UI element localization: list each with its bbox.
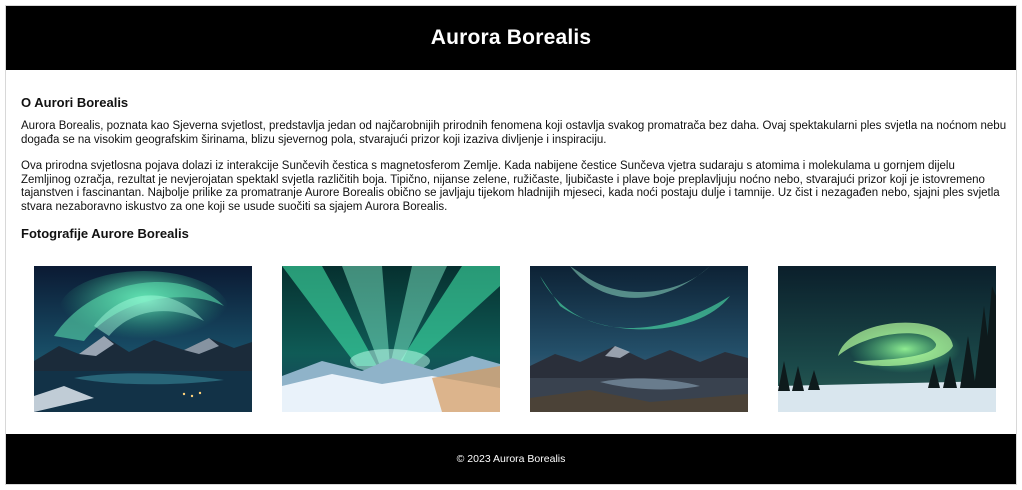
aurora-photo-1-image — [34, 266, 252, 412]
aurora-photo-2 — [282, 266, 500, 412]
photos-heading: Fotografije Aurore Borealis — [21, 226, 189, 241]
main-content: O Aurori Borealis Aurora Borealis, pozna… — [21, 86, 1007, 241]
aurora-photo-2-image — [282, 266, 500, 412]
about-paragraph-2: Ova prirodna svjetlosna pojava dolazi iz… — [21, 160, 1000, 213]
page-frame: Aurora Borealis O Aurori Borealis Aurora… — [5, 5, 1017, 485]
about-heading: O Aurori Borealis — [21, 95, 129, 110]
photo-gallery — [34, 266, 996, 412]
site-footer: © 2023 Aurora Borealis — [6, 434, 1016, 484]
aurora-photo-3 — [530, 266, 748, 412]
site-header: Aurora Borealis — [6, 6, 1016, 70]
aurora-photo-4-image — [778, 266, 996, 412]
site-title: Aurora Borealis — [430, 26, 592, 49]
about-paragraph-1: Aurora Borealis, poznata kao Sjeverna sv… — [21, 120, 1007, 146]
copyright-text: © 2023 Aurora Borealis — [456, 453, 566, 466]
aurora-photo-3-image — [530, 266, 748, 412]
aurora-photo-4 — [778, 266, 996, 412]
aurora-photo-1 — [34, 266, 252, 412]
